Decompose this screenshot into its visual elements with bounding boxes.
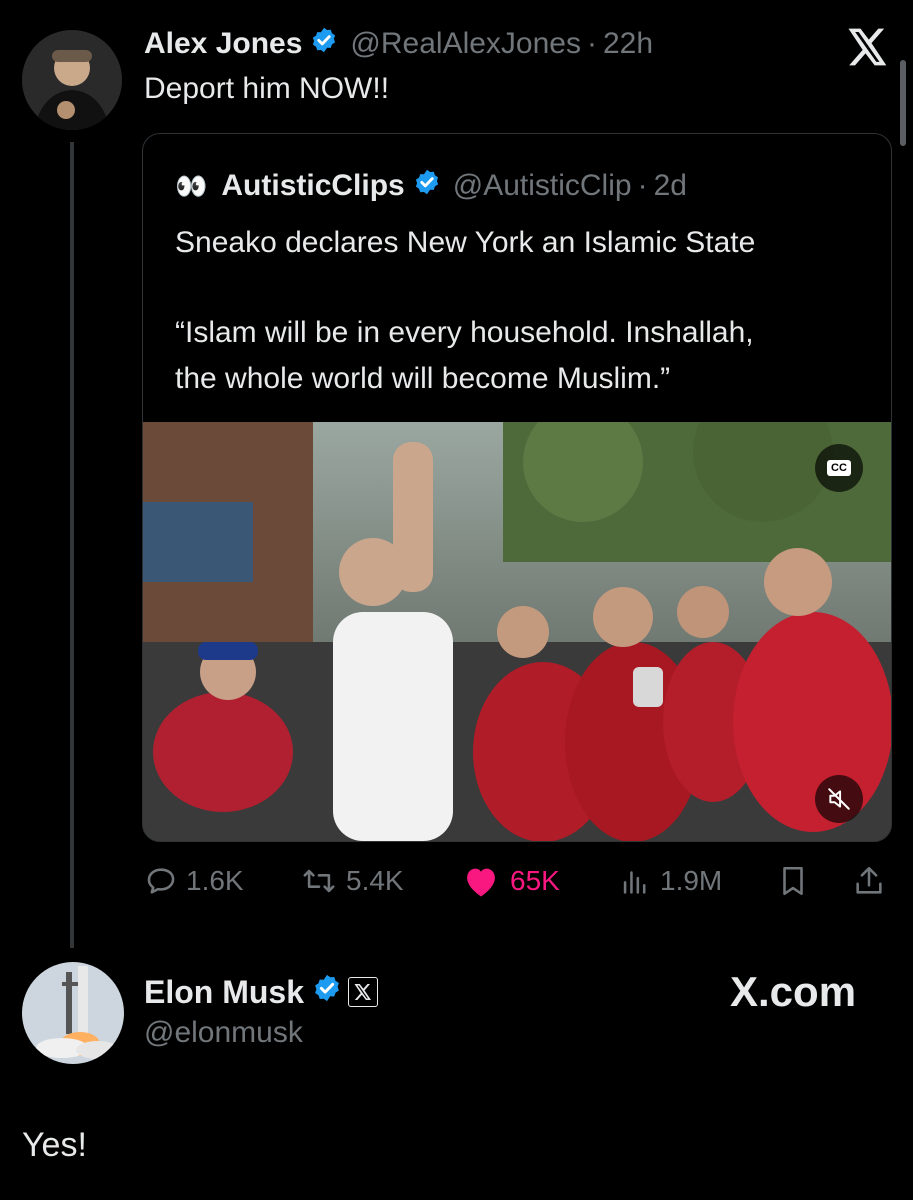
avatar-elon-musk[interactable] (22, 962, 124, 1064)
affiliate-x-badge-icon (348, 977, 379, 1007)
avatar-image-icon (22, 30, 122, 130)
quote-tweet-card[interactable]: 👀 AutisticClips @AutisticClip · 2d Sneak… (142, 133, 892, 842)
views-button[interactable]: 1.9M (618, 864, 722, 898)
scrollbar[interactable] (900, 60, 906, 146)
quote-verified-badge-icon (413, 168, 441, 204)
mute-button[interactable] (815, 775, 863, 823)
bookmark-button[interactable] (776, 864, 810, 903)
avatar-alex-jones[interactable] (22, 30, 122, 130)
tweet-header: Alex Jones @RealAlexJones · 22h (144, 24, 653, 64)
quote-text-line1: Sneako declares New York an Islamic Stat… (175, 226, 756, 259)
reply-header: Elon Musk (144, 970, 379, 1014)
cc-icon: CC (827, 460, 851, 476)
share-button[interactable] (852, 864, 886, 903)
like-count: 65K (510, 865, 560, 896)
reply-text: Yes! (22, 1126, 87, 1164)
tweet-time[interactable]: 22h (603, 27, 653, 61)
video-thumbnail[interactable]: CC (143, 422, 891, 841)
views-chart-icon (623, 871, 646, 894)
x-com-watermark: X.com (730, 968, 857, 1015)
dot-separator: · (587, 27, 597, 60)
reply-verified-badge-icon (312, 973, 342, 1011)
heart-icon (467, 868, 495, 897)
repost-button[interactable]: 5.4K (300, 864, 404, 898)
reply-button[interactable]: 1.6K (144, 864, 244, 898)
video-frame-image (143, 422, 891, 841)
like-button[interactable]: 65K (462, 864, 560, 898)
thread-line (70, 142, 74, 948)
repost-count: 5.4K (346, 865, 404, 896)
tweet-text: Deport him NOW!! (144, 72, 390, 105)
quote-author-handle[interactable]: @AutisticClip (453, 169, 632, 203)
quote-text-line2: “Islam will be in every household. Insha… (175, 316, 754, 349)
quote-header: 👀 AutisticClips @AutisticClip · 2d (175, 166, 687, 206)
verified-badge-icon (310, 26, 338, 62)
captions-button[interactable]: CC (815, 444, 863, 492)
quote-time[interactable]: 2d (654, 169, 687, 203)
quote-author-name[interactable]: AutisticClips (221, 169, 404, 203)
dot-separator: · (637, 169, 648, 202)
share-icon (856, 866, 882, 894)
reply-icon (147, 868, 175, 894)
author-handle[interactable]: @RealAlexJones (350, 27, 581, 61)
reply-author-handle[interactable]: @elonmusk (144, 1016, 303, 1050)
reply-author-name[interactable]: Elon Musk (144, 974, 304, 1011)
reply-count: 1.6K (186, 865, 244, 896)
action-bar: 1.6K 5.4K 65K 1.9M (144, 858, 890, 906)
rocket-launch-icon (22, 962, 124, 1064)
bookmark-icon (783, 866, 803, 896)
repost-icon (303, 869, 335, 893)
author-name[interactable]: Alex Jones (144, 27, 302, 61)
views-count: 1.9M (660, 865, 723, 896)
x-logo-icon (848, 28, 888, 71)
eyes-emoji-icon: 👀 (175, 170, 208, 201)
muted-speaker-icon (828, 788, 850, 810)
quote-text-line3: the whole world will become Muslim.” (175, 362, 671, 395)
